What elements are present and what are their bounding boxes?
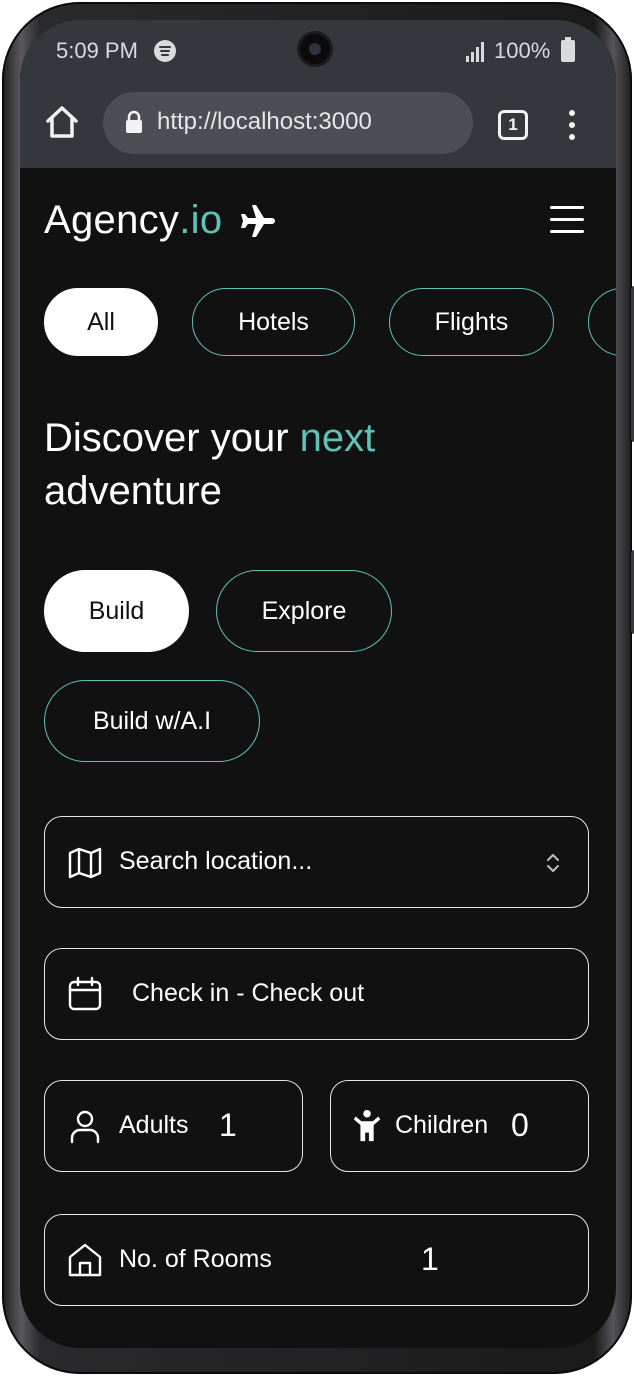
chevron-up-down-icon xyxy=(547,854,559,872)
screen: 5:09 PM 100% http://localhost:3000 1 Age… xyxy=(20,20,616,1348)
battery-icon xyxy=(561,37,575,62)
category-all[interactable]: All xyxy=(44,288,158,356)
house-icon xyxy=(68,1243,102,1277)
hero-line2: adventure xyxy=(44,469,222,513)
lock-icon xyxy=(126,110,142,133)
mode-build-ai-button[interactable]: Build w/A.I xyxy=(44,680,260,762)
mode-label: Build xyxy=(88,596,145,625)
battery-percentage: 100% xyxy=(494,38,551,63)
category-hotels[interactable]: Hotels xyxy=(192,288,355,356)
brand-name: Agency xyxy=(44,198,180,242)
location-placeholder: Search location... xyxy=(119,847,313,875)
home-icon[interactable] xyxy=(44,104,80,140)
calendar-icon xyxy=(68,976,102,1011)
rooms-label: No. of Rooms xyxy=(119,1245,272,1273)
category-next-partial[interactable] xyxy=(588,288,616,356)
adults-count: 1 xyxy=(219,1107,237,1143)
page-content: Agency .io All Hotels Flights Discover y… xyxy=(20,168,616,1348)
mode-build-button[interactable]: Build xyxy=(44,570,189,652)
adults-field[interactable]: Adults 1 xyxy=(44,1080,303,1172)
category-flights[interactable]: Flights xyxy=(389,288,554,356)
mode-explore-button[interactable]: Explore xyxy=(216,570,392,652)
tab-switcher-button[interactable]: 1 xyxy=(498,110,528,140)
hero-headline: Discover your next adventure xyxy=(44,412,544,518)
brand-logo[interactable]: Agency .io xyxy=(44,198,276,243)
children-field[interactable]: Children 0 xyxy=(330,1080,589,1172)
rooms-count: 1 xyxy=(421,1241,439,1277)
child-icon xyxy=(353,1109,381,1142)
rooms-field[interactable]: No. of Rooms 1 xyxy=(44,1214,589,1306)
category-label: Flights xyxy=(434,307,509,336)
map-icon xyxy=(68,847,102,879)
signal-icon xyxy=(466,40,488,62)
category-label: Hotels xyxy=(238,307,309,336)
adults-label: Adults xyxy=(119,1111,189,1139)
mode-label: Build w/A.I xyxy=(92,706,212,735)
hero-accent: next xyxy=(299,416,376,460)
hero-line1: Discover your xyxy=(44,416,300,460)
url-text: http://localhost:3000 xyxy=(157,108,372,135)
status-bar: 5:09 PM 100% xyxy=(20,20,616,82)
hamburger-menu-icon[interactable] xyxy=(550,206,584,234)
tab-count: 1 xyxy=(508,115,518,134)
address-bar[interactable]: http://localhost:3000 xyxy=(103,92,473,154)
children-label: Children xyxy=(395,1111,489,1139)
mode-label: Explore xyxy=(261,596,347,625)
status-time: 5:09 PM xyxy=(56,38,138,63)
dates-label: Check in - Check out xyxy=(132,979,365,1007)
date-range-picker[interactable]: Check in - Check out xyxy=(44,948,589,1040)
phone-frame: 5:09 PM 100% http://localhost:3000 1 Age… xyxy=(2,2,634,1374)
user-icon xyxy=(70,1110,100,1144)
more-menu-icon[interactable] xyxy=(564,108,580,142)
spotify-icon xyxy=(154,40,176,62)
children-count: 0 xyxy=(511,1107,529,1143)
location-select[interactable]: Search location... xyxy=(44,816,589,908)
browser-toolbar: http://localhost:3000 1 xyxy=(20,82,616,168)
front-camera xyxy=(300,34,330,64)
category-label: All xyxy=(87,307,115,336)
airplane-icon xyxy=(241,204,276,237)
brand-accent: .io xyxy=(179,198,223,242)
